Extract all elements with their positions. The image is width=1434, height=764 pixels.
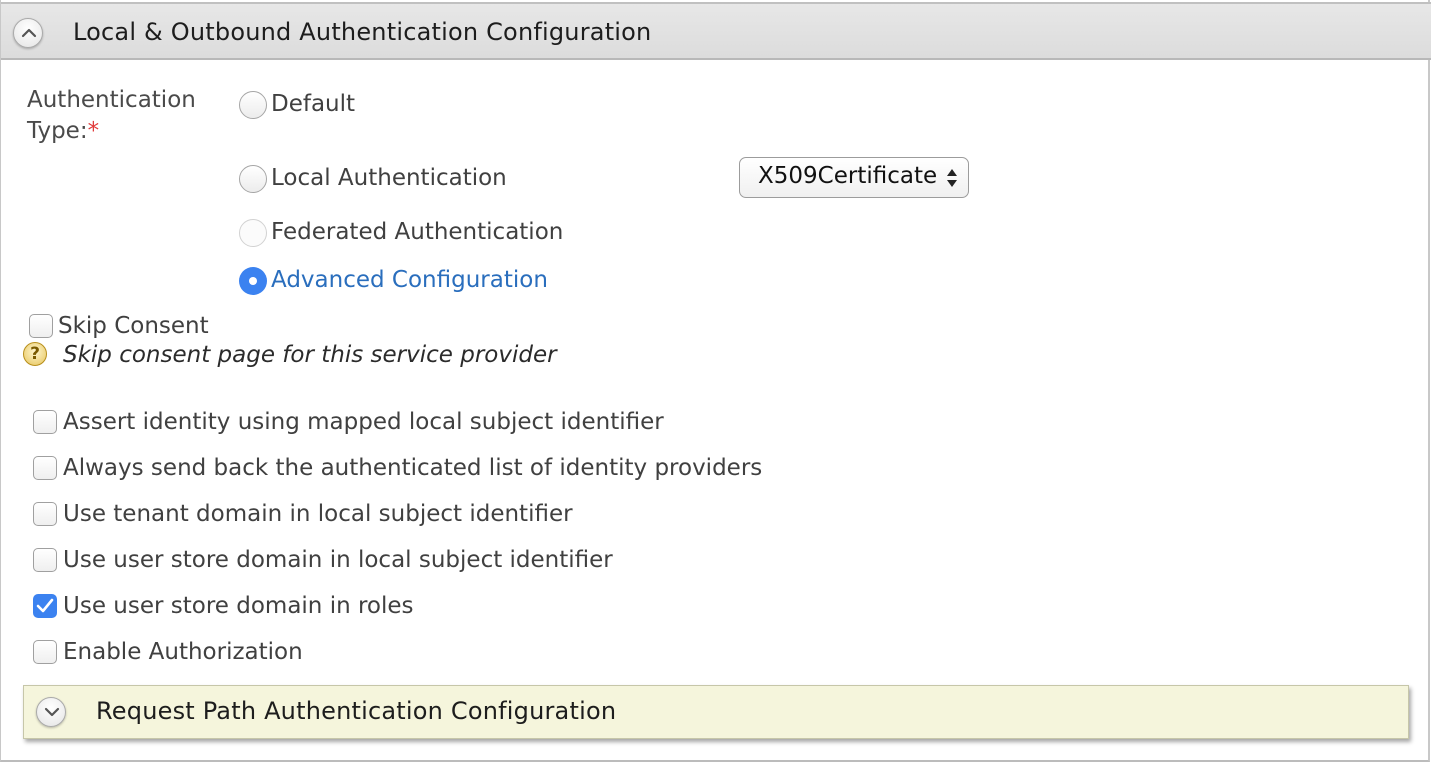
radio-advanced-configuration[interactable] [239,267,267,295]
radio-default[interactable] [239,91,267,119]
checkmark-icon [36,598,54,613]
radio-federated-authentication-label: Federated Authentication [271,219,564,245]
local-outbound-auth-header[interactable]: Local & Outbound Authentication Configur… [1,2,1431,60]
radio-advanced-configuration-label: Advanced Configuration [271,267,548,293]
assert-identity-checkbox[interactable] [33,410,57,434]
send-idp-list-label: Always send back the authenticated list … [63,455,763,481]
tenant-domain-checkbox[interactable] [33,502,57,526]
tenant-domain-label: Use tenant domain in local subject ident… [63,501,573,527]
required-marker: * [87,118,100,144]
assert-identity-label: Assert identity using mapped local subje… [63,409,664,435]
skip-consent-label: Skip Consent [58,313,209,339]
chevron-down-icon [44,707,60,717]
local-authenticator-select[interactable]: X509Certificate [739,157,969,198]
skip-consent-help-text: Skip consent page for this service provi… [63,342,557,368]
send-idp-list-checkbox[interactable] [33,456,57,480]
section-title: Local & Outbound Authentication Configur… [73,18,652,46]
userstore-domain-roles-checkbox[interactable] [33,594,57,618]
chevron-up-icon [21,28,37,38]
userstore-domain-roles-label: Use user store domain in roles [63,593,414,619]
enable-authorization-label: Enable Authorization [63,639,303,665]
enable-authorization-checkbox[interactable] [33,640,57,664]
userstore-domain-subject-checkbox[interactable] [33,548,57,572]
select-arrows-icon [947,169,957,187]
radio-default-label: Default [271,91,356,117]
skip-consent-checkbox[interactable] [29,314,53,338]
userstore-domain-subject-label: Use user store domain in local subject i… [63,547,613,573]
radio-local-authentication[interactable] [239,165,267,193]
auth-type-label: Authentication Type:* [27,87,196,144]
radio-local-authentication-label: Local Authentication [271,165,507,191]
radio-federated-authentication[interactable] [239,219,267,247]
select-value: X509Certificate [758,163,938,189]
auth-config-panel: Local & Outbound Authentication Configur… [0,0,1431,762]
collapse-toggle[interactable] [13,18,43,48]
expand-toggle[interactable] [36,697,66,727]
sub-section-title: Request Path Authentication Configuratio… [96,697,617,725]
question-icon: ? [23,342,47,366]
request-path-auth-header[interactable]: Request Path Authentication Configuratio… [23,685,1409,739]
